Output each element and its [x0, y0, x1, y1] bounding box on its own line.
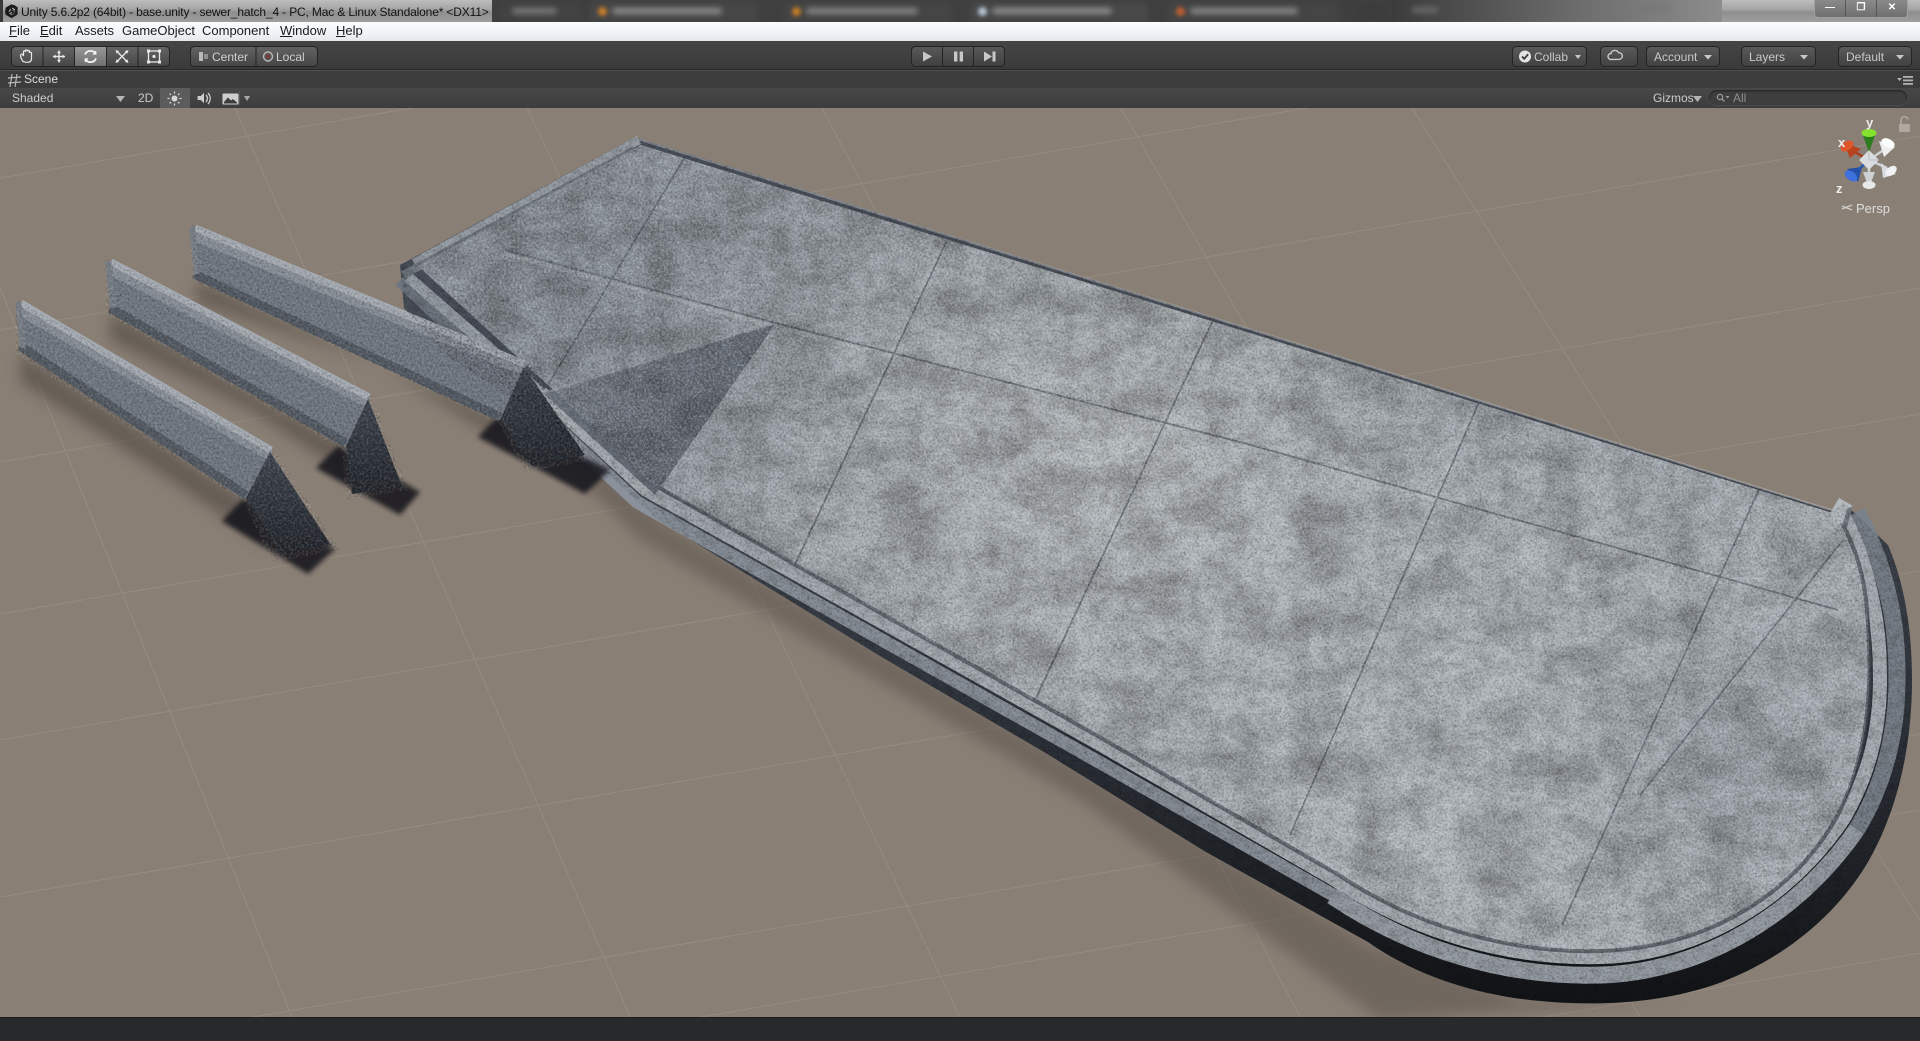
svg-text:Layers: Layers	[1749, 50, 1785, 64]
svg-text:Center: Center	[212, 50, 248, 64]
svg-text:Default: Default	[1846, 50, 1885, 64]
svg-text:Local: Local	[276, 50, 305, 64]
svg-text:x: x	[1838, 135, 1846, 150]
svg-text:z: z	[1836, 181, 1843, 196]
svg-text:Persp: Persp	[1856, 201, 1890, 216]
svg-text:y: y	[1866, 115, 1874, 130]
svg-text:Account: Account	[1654, 50, 1698, 64]
svg-text:Collab: Collab	[1534, 50, 1568, 64]
